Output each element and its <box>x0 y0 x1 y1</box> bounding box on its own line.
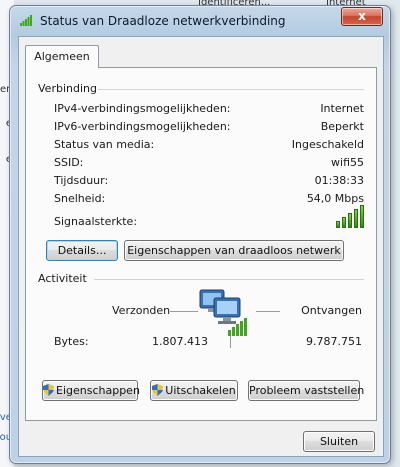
signal-bar <box>336 221 340 228</box>
info-row-value: Internet <box>320 102 364 115</box>
disable-button-label: Uitschakelen <box>165 384 236 397</box>
details-button[interactable]: Details... <box>46 240 118 261</box>
activity-divider <box>230 336 231 348</box>
info-row-value: Ingeschakeld <box>291 138 364 151</box>
close-button[interactable]: Sluiten <box>303 431 375 452</box>
section-divider <box>94 279 364 280</box>
properties-button[interactable]: Eigenschappen <box>42 380 140 401</box>
section-divider <box>98 89 364 90</box>
dialog-client-area: Algemeen Verbinding IPv4-verbindingsmoge… <box>18 36 384 457</box>
disable-button[interactable]: Uitschakelen <box>150 380 238 401</box>
uac-shield-icon <box>152 384 164 396</box>
info-row-label: IPv4-verbindingsmogelijkheden: <box>54 102 231 115</box>
signal-row: Signaalsterkte: <box>54 215 364 231</box>
info-row-label: Status van media: <box>54 138 155 151</box>
network-computers-icon <box>199 289 247 336</box>
info-row-label: Tijdsduur: <box>54 174 109 187</box>
signal-bar <box>354 209 358 228</box>
bytes-sent-value: 1.807.413 <box>152 335 208 348</box>
info-row-label: IPv6-verbindingsmogelijkheden: <box>54 120 231 133</box>
sent-label: Verzonden <box>112 304 171 317</box>
info-row-value: Beperkt <box>320 120 364 133</box>
activity-section-title: Activiteit <box>38 272 87 285</box>
properties-button-label: Eigenschappen <box>56 384 140 397</box>
title-close-button[interactable]: x <box>341 7 383 26</box>
window-title: Status van Draadloze netwerkverbinding <box>40 14 286 28</box>
diagnose-button[interactable]: Probleem vaststellen <box>248 380 364 401</box>
info-row: IPv4-verbindingsmogelijkheden: Internet <box>54 102 364 118</box>
info-row-value: wifi55 <box>331 156 364 169</box>
signal-bar <box>342 217 346 228</box>
tab-panel: Verbinding IPv4-verbindingsmogelijkheden… <box>25 67 377 421</box>
info-row: SSID: wifi55 <box>54 156 364 172</box>
signal-strength-label: Signaalsterkte: <box>54 215 138 228</box>
bytes-received-value: 9.787.751 <box>306 335 362 348</box>
tab-general-label: Algemeen <box>34 50 90 63</box>
signal-bar <box>348 213 352 228</box>
tab-general[interactable]: Algemeen <box>25 45 99 68</box>
info-row: Status van media: Ingeschakeld <box>54 138 364 154</box>
received-label: Ontvangen <box>301 304 362 317</box>
status-dialog: Status van Draadloze netwerkverbinding x… <box>9 5 391 464</box>
info-row-label: Snelheid: <box>54 192 106 205</box>
wireless-signal-icon <box>20 15 32 26</box>
connection-section-title: Verbinding <box>38 82 97 95</box>
signal-strength-icon <box>336 204 364 228</box>
wireless-properties-button[interactable]: Eigenschappen van draadloos netwerk <box>124 240 344 261</box>
uac-shield-icon <box>43 384 54 396</box>
sent-line <box>170 311 198 312</box>
info-row: Snelheid: 54,0 Mbps <box>54 192 364 208</box>
info-row: Tijdsduur: 01:38:33 <box>54 174 364 190</box>
bytes-label: Bytes: <box>54 335 89 348</box>
received-line <box>256 311 280 312</box>
info-row-label: SSID: <box>54 156 84 169</box>
info-row: IPv6-verbindingsmogelijkheden: Beperkt <box>54 120 364 136</box>
title-bar[interactable]: Status van Draadloze netwerkverbinding x <box>10 6 390 36</box>
signal-bar <box>360 205 364 228</box>
info-row-value: 01:38:33 <box>314 174 364 187</box>
close-icon: x <box>358 9 366 23</box>
